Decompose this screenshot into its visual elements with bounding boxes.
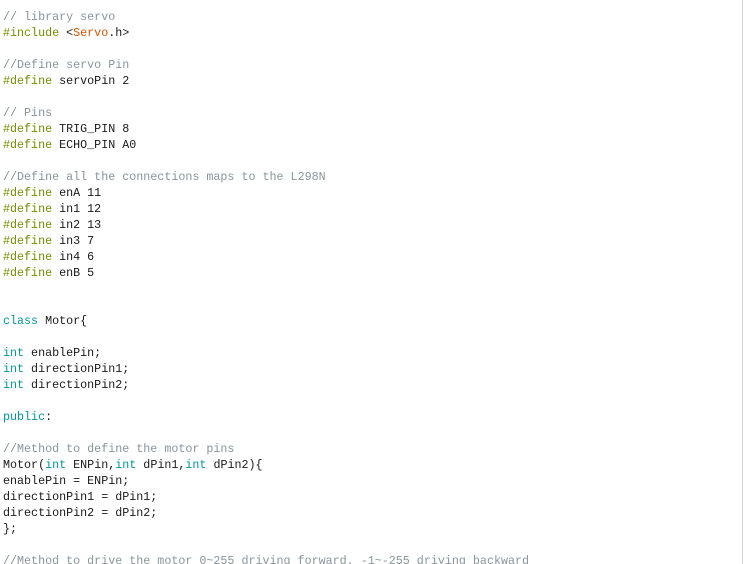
code-token-plain: servoPin 2 xyxy=(59,74,130,88)
code-token-comment: //Define servo Pin xyxy=(3,58,130,72)
code-line[interactable]: #define in4 6 xyxy=(3,249,529,265)
code-line[interactable]: #define servoPin 2 xyxy=(3,73,529,89)
code-token-kw: int xyxy=(3,362,25,376)
code-line[interactable] xyxy=(3,425,529,441)
code-token-plain: enablePin = ENPin; xyxy=(3,474,130,488)
code-token-comment: //Method to drive the motor 0~255 drivin… xyxy=(3,554,530,564)
code-token-plain: enA 11 xyxy=(59,186,102,200)
code-line[interactable]: #define in3 7 xyxy=(3,233,529,249)
code-token-lib: Servo xyxy=(73,26,109,40)
code-token-kw: int xyxy=(45,458,67,472)
code-token-pre: #define xyxy=(3,186,60,200)
code-line[interactable]: enablePin = ENPin; xyxy=(3,473,529,489)
code-line[interactable] xyxy=(3,393,529,409)
code-line[interactable]: #define in2 13 xyxy=(3,217,529,233)
code-token-plain: TRIG_PIN 8 xyxy=(59,122,130,136)
code-line[interactable] xyxy=(3,537,529,553)
code-editor[interactable]: // library servo #include <Servo.h> //Def… xyxy=(0,0,743,564)
code-token-plain: ECHO_PIN A0 xyxy=(59,138,137,152)
code-token-kw: public xyxy=(3,410,46,424)
code-token-kw: int xyxy=(3,378,25,392)
code-token-plain: directionPin1 = dPin1; xyxy=(3,490,158,504)
code-line[interactable]: #define TRIG_PIN 8 xyxy=(3,121,529,137)
code-line[interactable] xyxy=(3,281,529,297)
code-token-comment: //Define all the connections maps to the… xyxy=(3,170,326,184)
code-token-pre: #include xyxy=(3,26,67,40)
code-token-pre: #define xyxy=(3,74,60,88)
code-line[interactable]: }; xyxy=(3,521,529,537)
code-line[interactable]: //Define all the connections maps to the… xyxy=(3,169,529,185)
code-token-kw: int xyxy=(3,346,25,360)
code-line[interactable]: int directionPin2; xyxy=(3,377,529,393)
code-token-plain: in2 13 xyxy=(59,218,102,232)
code-token-plain: directionPin2; xyxy=(24,378,130,392)
code-line[interactable]: #define ECHO_PIN A0 xyxy=(3,137,529,153)
code-line[interactable] xyxy=(3,153,529,169)
code-token-plain: in1 12 xyxy=(59,202,102,216)
code-token-plain: : xyxy=(45,410,53,424)
code-token-comment: // library servo xyxy=(3,10,116,24)
code-token-comment: // Pins xyxy=(3,106,53,120)
code-line[interactable] xyxy=(3,89,529,105)
code-token-pre: #define xyxy=(3,266,60,280)
code-token-pre: #define xyxy=(3,250,60,264)
code-line[interactable]: #define enB 5 xyxy=(3,265,529,281)
code-line[interactable]: class Motor{ xyxy=(3,313,529,329)
code-line[interactable]: #include <Servo.h> xyxy=(3,25,529,41)
code-token-pre: #define xyxy=(3,218,60,232)
code-line[interactable] xyxy=(3,329,529,345)
code-token-plain: dPin1, xyxy=(136,458,186,472)
code-token-plain: directionPin1; xyxy=(24,362,130,376)
code-text[interactable]: // library servo #include <Servo.h> //Def… xyxy=(3,9,529,564)
code-token-pre: #define xyxy=(3,234,60,248)
code-token-plain: ENPin, xyxy=(66,458,116,472)
code-token-plain: in3 7 xyxy=(59,234,95,248)
code-line[interactable]: int directionPin1; xyxy=(3,361,529,377)
code-line[interactable]: #define in1 12 xyxy=(3,201,529,217)
code-line[interactable]: // library servo xyxy=(3,9,529,25)
code-token-kw: int xyxy=(115,458,137,472)
code-line[interactable]: public: xyxy=(3,409,529,425)
code-line[interactable]: int enablePin; xyxy=(3,345,529,361)
code-line[interactable] xyxy=(3,297,529,313)
code-token-kw: class xyxy=(3,314,39,328)
code-token-plain: Motor{ xyxy=(38,314,88,328)
code-line[interactable]: #define enA 11 xyxy=(3,185,529,201)
code-line[interactable]: //Method to drive the motor 0~255 drivin… xyxy=(3,553,529,564)
code-token-pre: #define xyxy=(3,122,60,136)
code-token-plain: directionPin2 = dPin2; xyxy=(3,506,158,520)
code-token-plain: }; xyxy=(3,522,18,536)
code-token-kw: int xyxy=(185,458,207,472)
code-token-plain: enablePin; xyxy=(24,346,102,360)
code-token-plain: .h> xyxy=(108,26,130,40)
code-line[interactable]: // Pins xyxy=(3,105,529,121)
code-token-plain: Motor( xyxy=(3,458,46,472)
code-line[interactable]: //Method to define the motor pins xyxy=(3,441,529,457)
code-token-plain: in4 6 xyxy=(59,250,95,264)
code-line[interactable]: Motor(int ENPin,int dPin1,int dPin2){ xyxy=(3,457,529,473)
code-token-comment: //Method to define the motor pins xyxy=(3,442,235,456)
code-line[interactable] xyxy=(3,41,529,57)
code-token-pre: #define xyxy=(3,202,60,216)
code-line[interactable]: directionPin1 = dPin1; xyxy=(3,489,529,505)
code-token-plain: dPin2){ xyxy=(206,458,263,472)
code-token-plain: enB 5 xyxy=(59,266,95,280)
code-line[interactable]: directionPin2 = dPin2; xyxy=(3,505,529,521)
code-line[interactable]: //Define servo Pin xyxy=(3,57,529,73)
code-token-pre: #define xyxy=(3,138,60,152)
